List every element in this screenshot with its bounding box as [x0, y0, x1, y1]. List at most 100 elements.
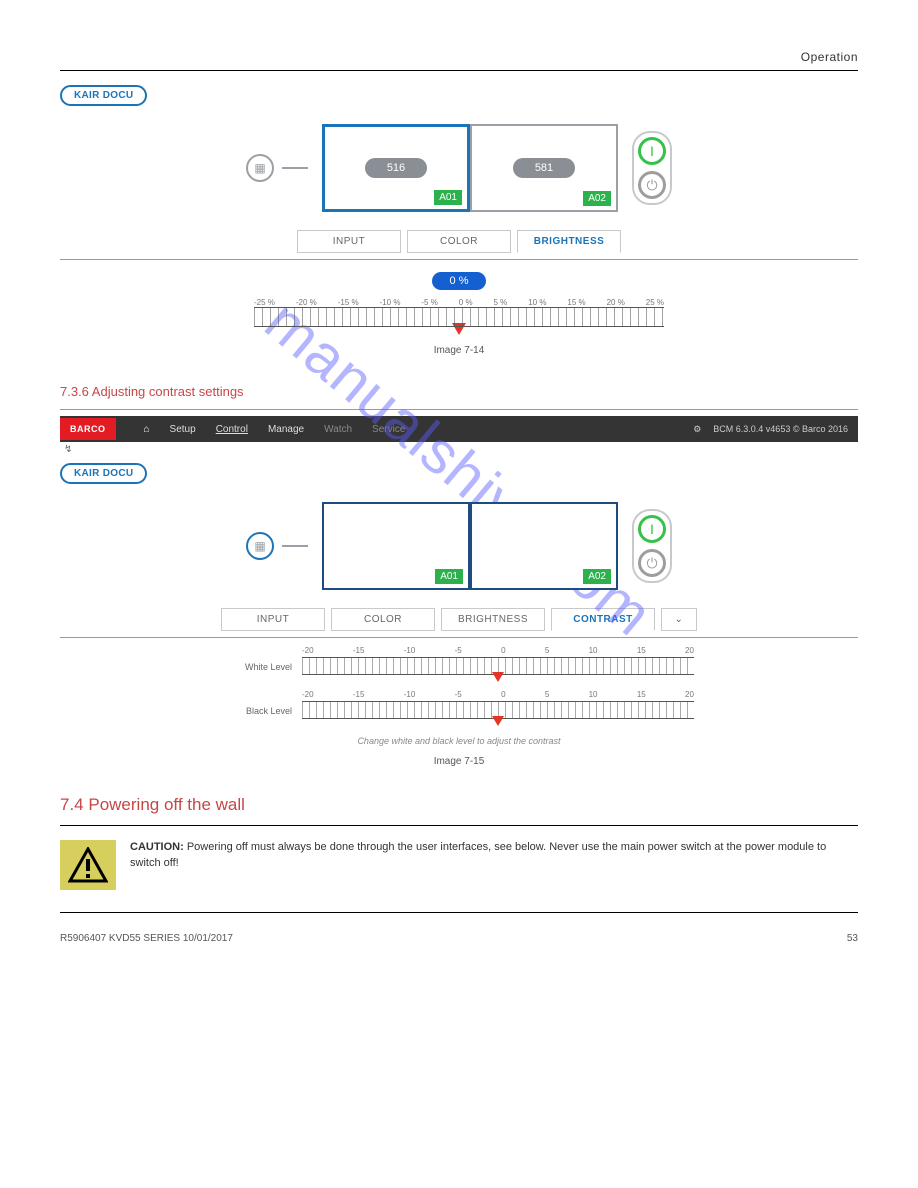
- slider-scale: -25 % -20 % -15 % -10 % -5 % 0 % 5 % 10 …: [254, 298, 664, 307]
- watermark: manualshive.com: [252, 286, 665, 649]
- screen-tag: A02: [583, 569, 611, 584]
- white-level-slider[interactable]: -20 -15 -10 -5 0 5 10 15 20: [302, 646, 694, 682]
- tick-label: -20 %: [296, 298, 317, 307]
- figure-caption: Image 7-15: [60, 756, 858, 767]
- slider-track[interactable]: [254, 307, 664, 327]
- tick-label: -15 %: [338, 298, 359, 307]
- kair-badge[interactable]: KAIR DOCU: [60, 85, 147, 106]
- footer-left: R5906407 KVD55 SERIES 10/01/2017: [60, 933, 233, 944]
- tab-underline: [60, 637, 858, 638]
- tick-label: 0: [501, 646, 505, 655]
- contrast-sliders: White Level -20 -15 -10 -5 0 5 10 15 20 …: [224, 646, 694, 746]
- power-off-icon[interactable]: ⏻: [638, 171, 666, 199]
- tick-label: -15: [353, 690, 365, 699]
- screen-tile-a02[interactable]: A02: [470, 502, 618, 590]
- tick-label: 5: [545, 690, 549, 699]
- power-toggle: I ⏻: [632, 131, 672, 205]
- brand-logo[interactable]: BARCO: [60, 418, 116, 440]
- page-footer: R5906407 KVD55 SERIES 10/01/2017 53: [60, 933, 858, 944]
- tick-label: -5: [455, 690, 462, 699]
- section-7-4-heading: 7.4 Powering off the wall: [60, 795, 858, 815]
- tick-label: -5 %: [421, 298, 437, 307]
- warning-icon: [60, 840, 116, 890]
- tick-label: 15 %: [567, 298, 585, 307]
- connector-line: [282, 545, 308, 547]
- kair-badge[interactable]: KAIR DOCU: [60, 463, 147, 484]
- cursor-glyph: ↯: [64, 444, 858, 455]
- caution-label: CAUTION:: [130, 841, 184, 853]
- tick-label: -20: [302, 690, 314, 699]
- select-all-icon[interactable]: ▦: [246, 532, 274, 560]
- tab-input[interactable]: INPUT: [221, 608, 325, 631]
- tick-label: 15: [637, 690, 646, 699]
- nav-manage[interactable]: Manage: [268, 424, 304, 435]
- nav-watch[interactable]: Watch: [324, 424, 352, 435]
- rule: [60, 825, 858, 826]
- white-level-label: White Level: [224, 662, 292, 682]
- power-on-icon[interactable]: I: [638, 515, 666, 543]
- screen-tag: A01: [435, 569, 463, 584]
- page-header: Operation: [60, 50, 858, 64]
- tick-label: 20 %: [607, 298, 625, 307]
- tab-input[interactable]: INPUT: [297, 230, 401, 253]
- chevron-down-icon: ⌄: [675, 614, 684, 625]
- tick-label: -10 %: [380, 298, 401, 307]
- tick-label: -10: [404, 690, 416, 699]
- screen-tile-a02[interactable]: 581 A02: [470, 124, 618, 212]
- slider-thumb[interactable]: [492, 716, 504, 726]
- dotted-rule: [60, 409, 858, 410]
- screen-tag: A02: [583, 191, 611, 206]
- tick-label: 0 %: [459, 298, 473, 307]
- power-on-icon[interactable]: I: [638, 137, 666, 165]
- gear-icon[interactable]: ⚙: [693, 424, 701, 435]
- tab-color[interactable]: COLOR: [407, 230, 511, 253]
- tab-brightness[interactable]: BRIGHTNESS: [517, 230, 621, 253]
- rule-bottom: [60, 912, 858, 913]
- tab-contrast[interactable]: CONTRAST: [551, 608, 655, 631]
- rule-top: [60, 70, 858, 71]
- power-off-icon[interactable]: ⏻: [638, 549, 666, 577]
- home-icon[interactable]: ⌂: [144, 424, 150, 435]
- tick-label: 15: [637, 646, 646, 655]
- black-level-slider[interactable]: -20 -15 -10 -5 0 5 10 15 20: [302, 690, 694, 726]
- brightness-value: 516: [365, 158, 427, 178]
- version-label: BCM 6.3.0.4 v4653 © Barco 2016: [713, 424, 848, 434]
- footer-page-number: 53: [847, 933, 858, 944]
- wall-diagram-1: ▦ 516 A01 581 A02 I ⏻: [60, 124, 858, 212]
- tick-label: 5: [545, 646, 549, 655]
- brightness-value: 581: [513, 158, 575, 178]
- contrast-hint: Change white and black level to adjust t…: [224, 736, 694, 746]
- screen-tile-a01[interactable]: A01: [322, 502, 470, 590]
- tick-label: 10 %: [528, 298, 546, 307]
- tick-label: 10: [589, 690, 598, 699]
- tick-label: 25 %: [646, 298, 664, 307]
- select-all-icon[interactable]: ▦: [246, 154, 274, 182]
- screen-tile-a01[interactable]: 516 A01: [322, 124, 470, 212]
- caution-body: Powering off must always be done through…: [130, 841, 826, 869]
- section-7-3-6-heading: 7.3.6 Adjusting contrast settings: [60, 384, 858, 399]
- tick-label: -15: [353, 646, 365, 655]
- nav-service[interactable]: Service: [372, 424, 405, 435]
- nav-setup[interactable]: Setup: [170, 424, 196, 435]
- slider-thumb[interactable]: [492, 672, 504, 682]
- tab-row-2: INPUT COLOR BRIGHTNESS CONTRAST ⌄: [60, 608, 858, 631]
- tick-label: -5: [455, 646, 462, 655]
- tick-label: 10: [589, 646, 598, 655]
- power-toggle: I ⏻: [632, 509, 672, 583]
- brightness-slider[interactable]: 0 % -25 % -20 % -15 % -10 % -5 % 0 % 5 %…: [60, 272, 858, 335]
- tick-label: 20: [685, 690, 694, 699]
- tab-brightness[interactable]: BRIGHTNESS: [441, 608, 545, 631]
- tick-label: -25 %: [254, 298, 275, 307]
- tab-color[interactable]: COLOR: [331, 608, 435, 631]
- nav-control[interactable]: Control: [216, 424, 248, 435]
- wall-diagram-2: ▦ A01 A02 I ⏻: [60, 502, 858, 590]
- black-level-label: Black Level: [224, 706, 292, 726]
- app-navbar: BARCO ⌂ Setup Control Manage Watch Servi…: [60, 416, 858, 442]
- slider-value-pill: 0 %: [432, 272, 487, 290]
- tab-more[interactable]: ⌄: [661, 608, 697, 631]
- tick-label: 20: [685, 646, 694, 655]
- tick-label: -20: [302, 646, 314, 655]
- tick-label: 0: [501, 690, 505, 699]
- tick-label: 5 %: [494, 298, 508, 307]
- tab-row-1: INPUT COLOR BRIGHTNESS: [60, 230, 858, 253]
